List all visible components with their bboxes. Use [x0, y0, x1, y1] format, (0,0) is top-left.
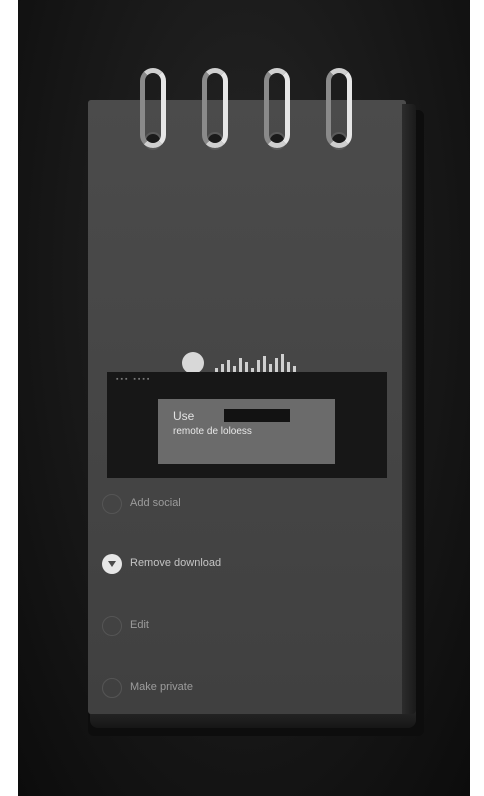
- dialog-line1-start: Use: [173, 409, 195, 423]
- binder-ring: [140, 68, 166, 148]
- redaction-block: [224, 409, 290, 422]
- notepad-side: [402, 104, 416, 714]
- waveform-logo: [182, 352, 296, 374]
- menu-item-label: Edit: [130, 619, 149, 631]
- menu-item-label: Make private: [130, 681, 193, 693]
- binder-ring: [326, 68, 352, 148]
- waveform-bar: [281, 354, 284, 374]
- menu-item-add-social[interactable]: Add social: [98, 488, 398, 522]
- logo-circle-icon: [182, 352, 204, 374]
- page-margin-left: [0, 0, 18, 796]
- menu-item-edit[interactable]: Edit: [98, 610, 398, 644]
- dialog-message-line2: remote de loloess: [173, 426, 252, 437]
- page-margin-right: [470, 0, 484, 796]
- binder-ring: [202, 68, 228, 148]
- status-bar-dots: ▪▪▪ ▪▪▪▪: [116, 376, 152, 383]
- menu-item-label: Remove download: [130, 557, 222, 569]
- menu-item-make-private[interactable]: Make private: [98, 672, 398, 706]
- binder-ring: [264, 68, 290, 148]
- menu-item-remove-download[interactable]: Remove download: [98, 548, 398, 582]
- circle-icon: [102, 678, 122, 698]
- menu-item-label: Add social: [130, 497, 181, 509]
- circle-icon: [102, 616, 122, 636]
- circle-icon: [102, 494, 122, 514]
- download-icon: [102, 554, 122, 574]
